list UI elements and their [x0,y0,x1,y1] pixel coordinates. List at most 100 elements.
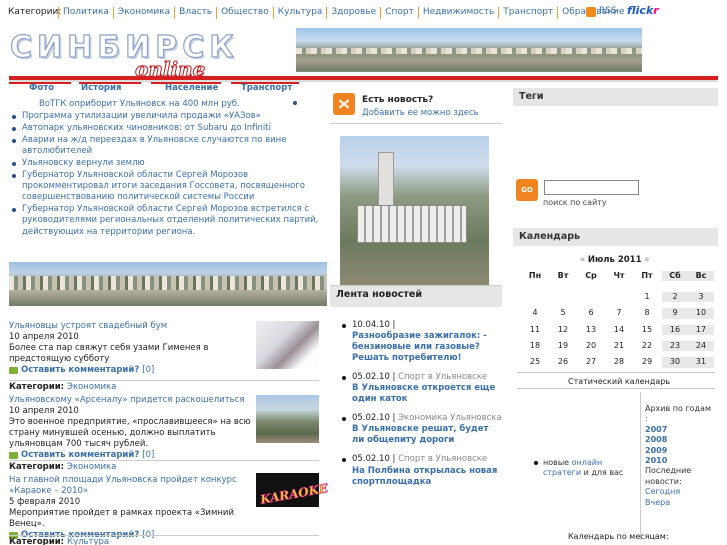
category-links: Политика Экономика Власть Общество Культ… [58,7,628,19]
calendar-day[interactable]: 26 [550,357,576,367]
news-feed-header: Лента новостей [330,285,502,307]
article-thumbnail[interactable]: KARAOKE [256,473,329,507]
section-tabs: Фото История Население Транспорт [9,82,327,96]
feed-headline[interactable]: Разнообразие зажигалок: - бензиновые или… [352,331,487,363]
calendar-day[interactable]: 31 [688,357,714,368]
calendar-day[interactable]: 14 [606,325,632,335]
bullet-dot [293,101,297,105]
calendar-day[interactable]: 12 [550,325,576,335]
rss-link[interactable]: RSS [586,6,617,18]
feed-headline[interactable]: На Полбина открылась новая спортплощадка [352,466,497,487]
calendar-day[interactable]: 6 [578,308,604,318]
calendar-weekday: Вс [688,271,714,282]
calendar-day[interactable]: 3 [688,292,714,303]
calendar-day[interactable]: 30 [662,357,688,368]
category-link[interactable]: Власть [174,7,216,19]
categories-label: Категории: [8,7,62,17]
calendar-day[interactable]: 10 [688,308,714,319]
search-go-button[interactable]: GO [516,179,538,201]
calendar-day[interactable]: 7 [606,308,632,318]
calendar-prev-link[interactable]: « [580,255,585,265]
calendar-day[interactable]: 9 [662,308,688,319]
feed-headline[interactable]: В Ульяновске решат, будет ли общепиту до… [352,424,488,445]
calendar-day[interactable]: 29 [634,357,660,367]
article-thumbnail[interactable] [256,321,319,369]
calendar-day[interactable]: 24 [688,340,714,352]
calendar-day[interactable]: 17 [688,324,714,335]
article-thumbnail[interactable] [256,395,319,443]
calendar-day[interactable]: 2 [662,292,688,303]
search-input[interactable] [544,180,639,195]
news-list-item[interactable]: Губернатор Ульяновской области Сергей Мо… [10,170,320,203]
article-title[interactable]: На главной площади Ульяновска пройдет ко… [9,475,254,497]
article-title[interactable]: Ульяновскому «Арсеналу» придется раскоше… [9,395,254,406]
calendar-day[interactable]: 23 [662,340,688,352]
calendar-day[interactable]: 5 [550,308,576,318]
archive-year-link[interactable]: 2010 [645,456,715,466]
rss-icon [586,6,596,17]
featured-photo[interactable] [340,136,489,286]
news-list-item[interactable]: Программа утилизации увеличила продажи «… [10,111,320,122]
archive-year-link[interactable]: 2009 [645,446,715,456]
news-list: ВоТГК оприборит Ульяновск на 400 млн руб… [10,99,320,239]
calendar-day[interactable]: 18 [522,341,548,351]
tab-photo[interactable]: Фото [29,83,54,94]
tab-transport[interactable]: Транспорт [241,83,292,94]
calendar-weekday: Пт [641,271,653,280]
archive-colon: : [645,414,648,424]
feed-item: 05.02.10 | Экономика Ульяновска В Ульяно… [342,413,502,446]
tab-population[interactable]: Население [165,83,218,94]
calendar-day[interactable]: 16 [662,324,688,335]
calendar-day[interactable]: 22 [634,341,660,351]
category-link[interactable]: Общество [216,7,273,19]
calendar-day[interactable]: 4 [522,308,548,318]
category-link[interactable]: Экономика [67,382,116,392]
category-link[interactable]: Политика [58,7,113,19]
article-title[interactable]: Ульяновцы устроят свадебный бум [9,321,254,332]
calendar-day[interactable]: 25 [522,357,548,367]
calendar-day[interactable]: 1 [634,292,660,302]
news-list-item[interactable]: Губернатор Ульяновской области Сергей Мо… [10,204,320,237]
category-link[interactable]: Культура [272,7,327,19]
today-link[interactable]: Сегодня [645,487,715,497]
feed-category: Спорт в Ульяновске [398,454,488,465]
category-link[interactable]: Культура [67,537,109,545]
calendar-next-link[interactable]: » [644,255,649,265]
calendar-day[interactable]: 11 [522,325,548,335]
top-category-bar: Категории: Политика Экономика Власть Общ… [0,0,727,26]
calendar-day[interactable]: 15 [634,325,660,335]
news-list-item[interactable]: Автопарк ульяновских чиновников: от Suba… [10,123,320,134]
feed-date: 05.02.10 | [352,413,396,424]
calendar-day[interactable]: 28 [606,357,632,367]
yesterday-link[interactable]: Вчера [645,498,715,508]
calendar-day[interactable]: 19 [550,341,576,351]
article: Ульяновцы устроят свадебный бум 10 апрел… [9,321,319,395]
category-link[interactable]: Здоровье [326,7,380,19]
flickr-logo[interactable]: flickr [627,4,659,18]
feed-headline[interactable]: В Ульяновске откроется еще один каток [352,383,495,404]
calendar-day[interactable]: 27 [578,357,604,367]
tab-history[interactable]: История [81,83,121,94]
category-link[interactable]: Экономика [112,7,174,19]
divider [640,392,641,540]
category-link[interactable]: Транспорт [498,7,557,19]
news-list-item[interactable]: Аварии на ж/д переездах в Ульяновске слу… [10,135,320,157]
category-link[interactable]: Спорт [380,7,418,19]
calendar-day[interactable]: 13 [578,325,604,335]
news-list-item[interactable]: Ульяновску вернули землю [10,158,320,169]
calendar-day[interactable]: 20 [578,341,604,351]
news-list-item[interactable]: ВоТГК оприборит Ульяновск на 400 млн руб… [10,99,320,110]
divider [517,372,715,373]
archive-year-link[interactable]: 2007 [645,425,715,435]
calendar-day[interactable]: 8 [634,308,660,318]
calendar-day[interactable]: 21 [606,341,632,351]
category-link[interactable]: Недвижимость [417,7,498,19]
calendar-weekday: Пн [528,271,542,280]
category-link[interactable]: Экономика [67,462,116,472]
archive-year-link[interactable]: 2008 [645,435,715,445]
calendar-month: Июль 2011 [587,255,642,265]
site-logo[interactable]: СИНБИРСК online [9,28,234,81]
articles-list: Ульяновцы устроят свадебный бум 10 апрел… [9,321,329,545]
share-icon[interactable] [333,93,355,115]
submit-news-link[interactable]: Добавить ее можно здесь [362,108,479,119]
